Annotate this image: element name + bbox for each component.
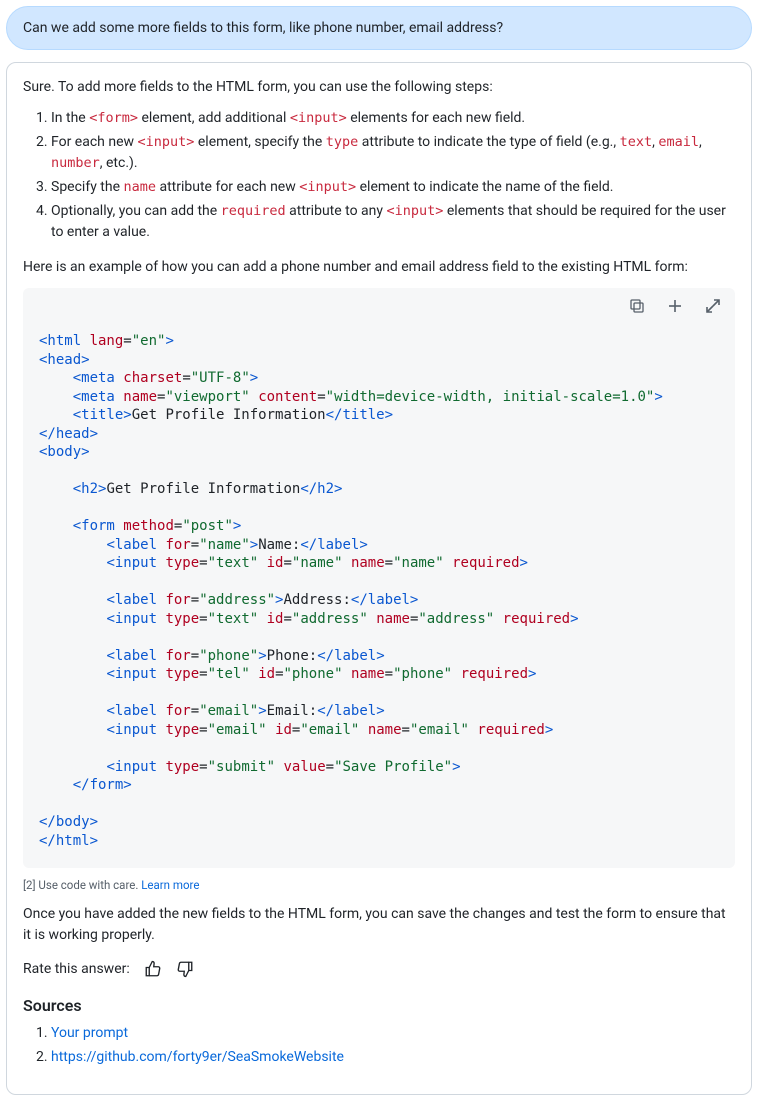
thumbs-down-icon[interactable] — [176, 960, 194, 978]
source-link[interactable]: https://github.com/forty9er/SeaSmokeWebs… — [51, 1049, 344, 1065]
rate-row: Rate this answer: — [23, 960, 735, 978]
code-block: <html lang="en"> <head> <meta charset="U… — [23, 288, 735, 868]
insert-icon[interactable] — [667, 298, 683, 314]
source-link[interactable]: Your prompt — [51, 1025, 128, 1041]
warning-ref: [2] — [23, 878, 36, 892]
instruction-step: For each new <input> element, specify th… — [51, 132, 735, 174]
source-item: https://github.com/forty9er/SeaSmokeWebs… — [51, 1047, 735, 1068]
answer-intro: Sure. To add more fields to the HTML for… — [23, 77, 735, 98]
user-message-bubble: Can we add some more fields to this form… — [6, 6, 752, 50]
sources-heading: Sources — [23, 996, 735, 1015]
learn-more-link[interactable]: Learn more — [141, 878, 199, 892]
instruction-step: Specify the name attribute for each new … — [51, 177, 735, 198]
sources-list: Your prompt https://github.com/forty9er/S… — [23, 1023, 735, 1068]
answer-outro: Once you have added the new fields to th… — [23, 904, 735, 946]
copy-icon[interactable] — [629, 298, 645, 314]
example-lead: Here is an example of how you can add a … — [23, 257, 735, 278]
instruction-step: Optionally, you can add the required att… — [51, 201, 735, 243]
code-content[interactable]: <html lang="en"> <head> <meta charset="U… — [23, 288, 735, 868]
user-message-text: Can we add some more fields to this form… — [23, 20, 503, 36]
warning-text: Use code with care. — [38, 878, 138, 892]
instruction-step: In the <form> element, add additional <i… — [51, 108, 735, 129]
instruction-steps-list: In the <form> element, add additional <i… — [23, 108, 735, 243]
code-warning: [2] Use code with care. Learn more — [23, 878, 735, 892]
assistant-answer-card: Sure. To add more fields to the HTML for… — [6, 62, 752, 1095]
source-item: Your prompt — [51, 1023, 735, 1044]
code-toolbar — [629, 298, 721, 314]
rate-label: Rate this answer: — [23, 961, 130, 977]
thumbs-up-icon[interactable] — [144, 960, 162, 978]
expand-icon[interactable] — [705, 298, 721, 314]
